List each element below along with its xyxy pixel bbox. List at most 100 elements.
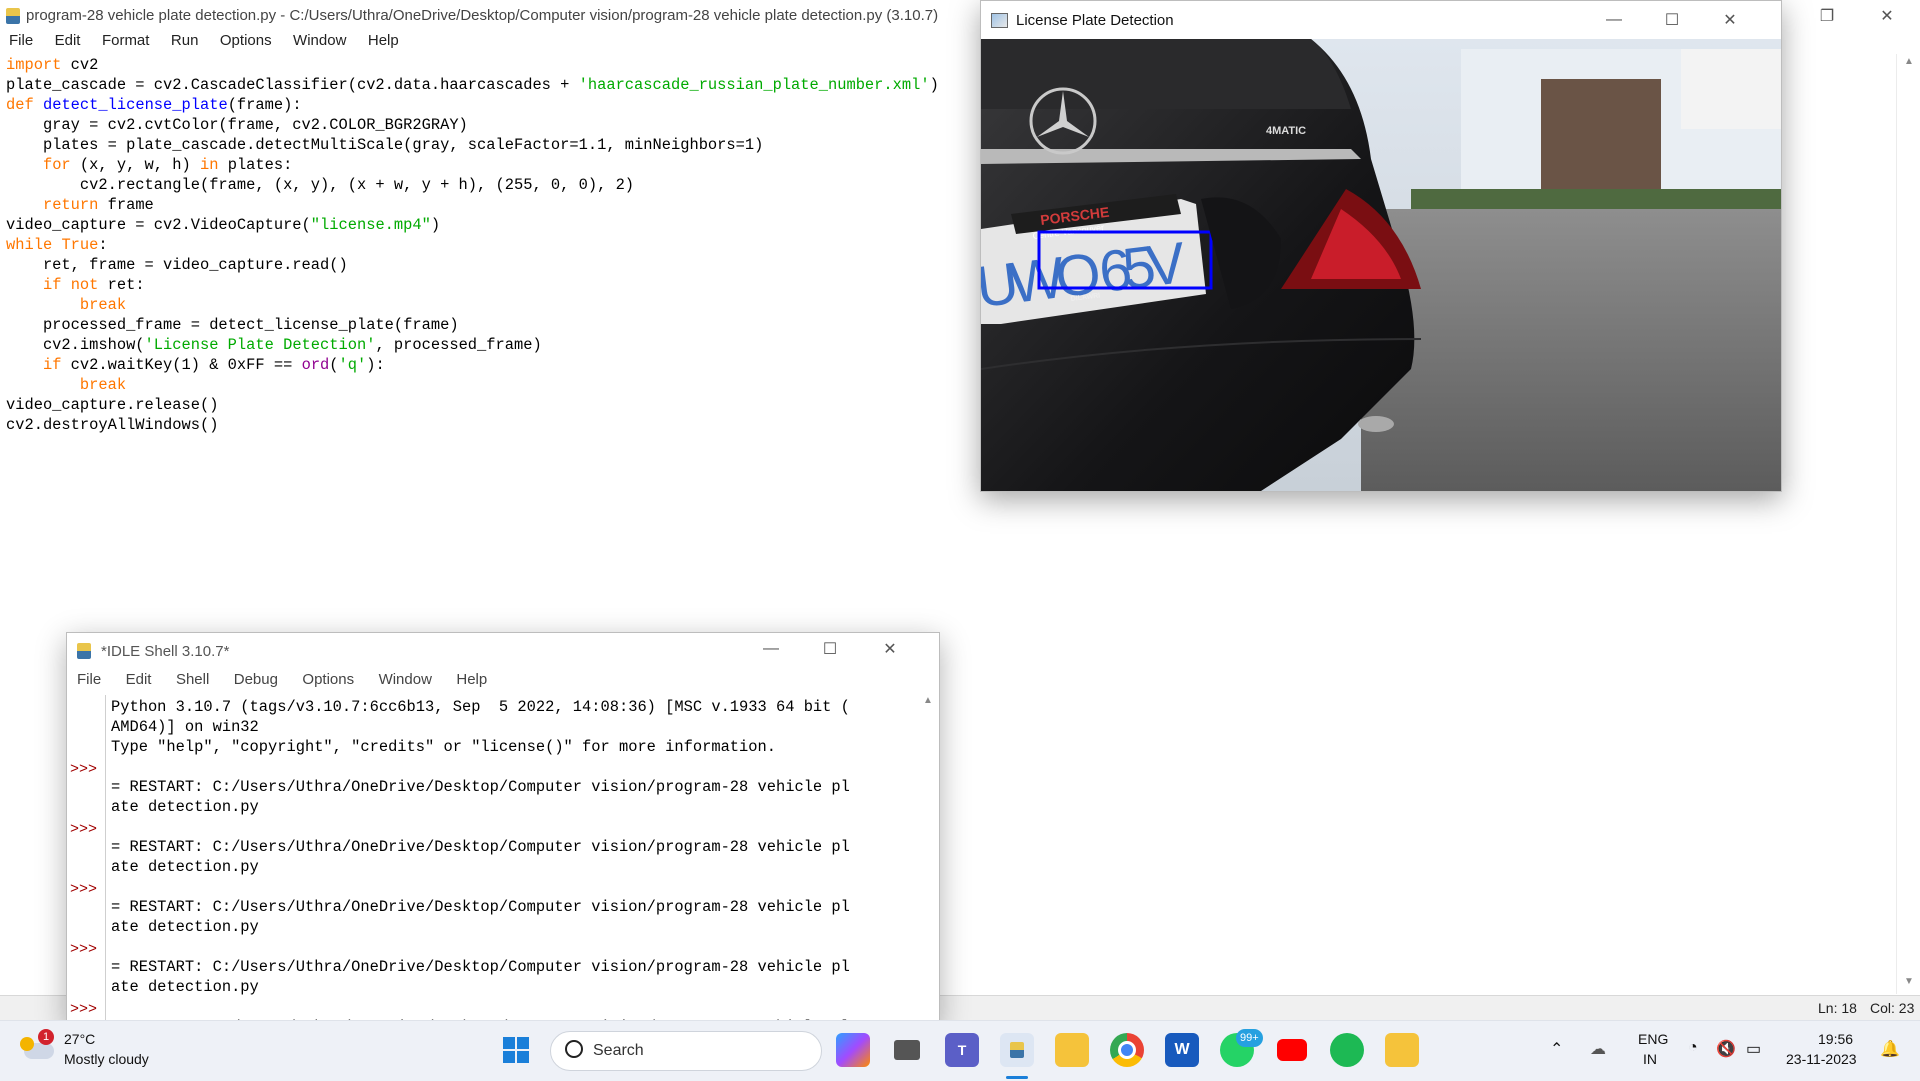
menu-format[interactable]: Format [102,32,150,49]
wifi-icon[interactable]: ◔ [1688,1039,1698,1057]
shell-menu-options[interactable]: Options [302,671,354,688]
shell-line: ate detection.py [111,798,259,816]
code-line: for (x, y, w, h) in plates: [42,156,293,174]
plate-window-title: License Plate Detection [1016,12,1174,29]
shell-line: = RESTART: C:/Users/Uthra/OneDrive/Deskt… [111,898,850,916]
shell-line: = RESTART: C:/Users/Uthra/OneDrive/Deskt… [111,838,850,856]
plate-window-title-bar[interactable]: License Plate Detection — ☐ ✕ [981,1,1781,39]
shell-menu-help[interactable]: Help [456,671,487,688]
menu-file[interactable]: File [9,32,33,49]
code-line: break [79,376,127,394]
scroll-up-icon[interactable]: ▲ [1904,56,1914,67]
chrome-icon[interactable] [1110,1033,1144,1067]
opencv-window-icon [991,13,1008,28]
battery-icon[interactable]: ▭ [1746,1039,1761,1059]
teams-icon[interactable]: T [945,1033,979,1067]
shell-line: Python 3.10.7 (tags/v3.10.7:6cc6b13, Sep… [111,698,850,716]
code-line: cv2.imshow('License Plate Detection', pr… [6,336,542,354]
sun-icon [20,1037,34,1051]
shell-menu-debug[interactable]: Debug [234,671,278,688]
search-placeholder: Search [593,1042,644,1059]
chevron-up-icon[interactable]: ⌃ [1550,1039,1563,1059]
shell-menu-edit[interactable]: Edit [126,671,152,688]
notes-icon[interactable] [1385,1033,1419,1067]
shell-prompt: >>> [70,941,98,958]
notification-bell-icon[interactable]: 🔔 [1880,1039,1900,1059]
code-line: ret, frame = video_capture.read() [6,256,348,274]
weather-temp: 27°C [64,1031,96,1047]
idle-taskbar-icon[interactable] [1000,1033,1034,1067]
scroll-up-icon[interactable]: ▲ [923,695,933,706]
taskbar: 1 27°C Mostly cloudy Search T W 99+ ⌃ ☁ … [0,1020,1920,1081]
shell-output[interactable]: Python 3.10.7 (tags/v3.10.7:6cc6b13, Sep… [111,697,921,1021]
shell-line: ate detection.py [111,858,259,876]
clock-date[interactable]: 23-11-2023 [1786,1051,1857,1067]
shell-menu-file[interactable]: File [77,671,101,688]
shell-prompt: >>> [70,881,98,898]
menu-edit[interactable]: Edit [55,32,81,49]
task-view-icon[interactable] [890,1033,924,1067]
code-line: plate_cascade = cv2.CascadeClassifier(cv… [6,76,939,94]
weather-desc: Mostly cloudy [64,1051,149,1067]
onedrive-icon[interactable]: ☁ [1590,1039,1606,1059]
menu-run[interactable]: Run [171,32,199,49]
line-indicator: Ln: 18 [1818,1000,1857,1016]
word-icon[interactable]: W [1165,1033,1199,1067]
file-explorer-icon[interactable] [1055,1033,1089,1067]
column-indicator: Col: 23 [1870,1000,1915,1016]
shell-prompt: >>> [70,761,98,778]
model-badge: 4MATIC [1266,125,1306,137]
code-line: break [79,296,127,314]
code-line: import cv2 [6,56,99,74]
language-indicator[interactable]: ENG [1638,1031,1668,1047]
scroll-down-icon[interactable]: ▼ [1904,976,1914,987]
shell-line: Type "help", "copyright", "credits" or "… [111,738,776,756]
youtube-icon[interactable] [1275,1033,1309,1067]
code-line: gray = cv2.cvtColor(frame, cv2.COLOR_BGR… [6,116,468,134]
volume-muted-icon[interactable]: 🔇 [1716,1039,1736,1059]
car-rear-image: 4MATIC PORSCHE Centre Vancouver UWO 65V … [981,39,1781,491]
code-editor[interactable]: import cv2 plate_cascade = cv2.CascadeCla… [6,55,981,475]
shell-scrollbar[interactable]: ▲ [919,695,937,1021]
minimize-icon[interactable]: — [748,633,794,665]
shell-line: AMD64)] on win32 [111,718,259,736]
weather-badge: 1 [38,1029,54,1045]
menu-help[interactable]: Help [368,32,399,49]
active-indicator [1006,1076,1028,1079]
code-line: cv2.rectangle(frame, (x, y), (x + w, y +… [6,176,635,194]
menu-window[interactable]: Window [293,32,346,49]
code-line: processed_frame = detect_license_plate(f… [6,316,459,334]
shell-menu-shell[interactable]: Shell [176,671,209,688]
editor-scrollbar[interactable]: ▲ ▼ [1896,54,1920,994]
code-line: if cv2.waitKey(1) & 0xFF == ord('q'): [42,356,385,374]
minimize-icon[interactable]: — [1591,4,1637,36]
close-icon[interactable]: ✕ [867,633,913,665]
shell-menu-window[interactable]: Window [379,671,432,688]
start-icon[interactable] [499,1033,533,1067]
shell-line: = RESTART: C:/Users/Uthra/OneDrive/Deskt… [111,958,850,976]
editor-title: program-28 vehicle plate detection.py - … [26,7,939,24]
license-plate-window: License Plate Detection — ☐ ✕ 4MATIC POR… [980,0,1782,492]
code-line: video_capture.release() [6,396,219,414]
shell-prompt-gutter: >>> >>> >>> >>> >>> [67,695,106,1023]
shell-menu-bar: File Edit Shell Debug Options Window Hel… [67,671,939,693]
restore-icon[interactable]: ❐ [1804,0,1850,32]
spotify-icon[interactable] [1330,1033,1364,1067]
close-icon[interactable]: ✕ [1864,0,1910,32]
weather-widget[interactable]: 1 [20,1029,56,1063]
shell-title-bar[interactable]: *IDLE Shell 3.10.7* — ☐ ✕ [67,633,939,667]
code-line: while True: [6,236,108,254]
menu-options[interactable]: Options [220,32,272,49]
maximize-icon[interactable]: ☐ [1649,4,1695,36]
code-line: cv2.destroyAllWindows() [6,416,219,434]
shell-line: ate detection.py [111,918,259,936]
taskbar-search[interactable]: Search [550,1031,822,1071]
clock-time[interactable]: 19:56 [1818,1031,1853,1047]
close-icon[interactable]: ✕ [1707,4,1753,36]
python-file-icon [6,8,20,24]
copilot-icon[interactable] [836,1033,870,1067]
maximize-icon[interactable]: ☐ [807,633,853,665]
